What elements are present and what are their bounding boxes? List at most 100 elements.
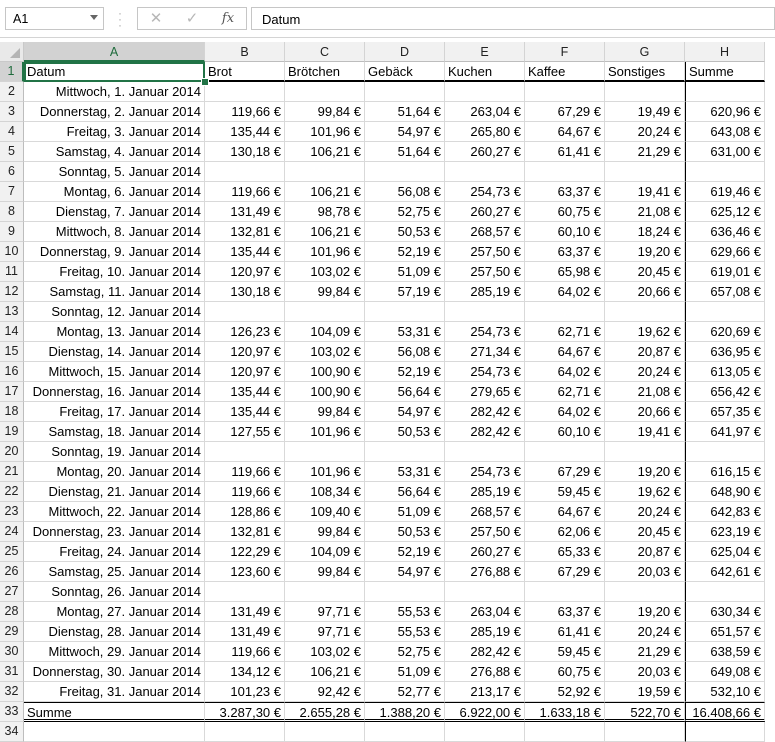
- value-cell[interactable]: 51,64 €: [365, 102, 445, 122]
- value-cell[interactable]: 101,96 €: [285, 122, 365, 142]
- date-cell[interactable]: Donnerstag, 2. Januar 2014: [24, 102, 205, 122]
- value-cell[interactable]: 56,08 €: [365, 342, 445, 362]
- header-cell[interactable]: Brötchen: [285, 62, 365, 82]
- summary-cell[interactable]: Summe: [24, 702, 205, 722]
- value-cell[interactable]: 257,50 €: [445, 262, 525, 282]
- value-cell[interactable]: 52,19 €: [365, 242, 445, 262]
- value-cell[interactable]: 20,45 €: [605, 522, 685, 542]
- value-cell[interactable]: 651,57 €: [685, 622, 765, 642]
- value-cell[interactable]: 20,66 €: [605, 282, 685, 302]
- row-header-31[interactable]: 31: [0, 662, 24, 682]
- value-cell[interactable]: 109,40 €: [285, 502, 365, 522]
- value-cell[interactable]: 100,90 €: [285, 382, 365, 402]
- value-cell[interactable]: 649,08 €: [685, 662, 765, 682]
- date-cell[interactable]: Montag, 13. Januar 2014: [24, 322, 205, 342]
- value-cell[interactable]: [525, 162, 605, 182]
- column-header-f[interactable]: F: [525, 42, 605, 62]
- value-cell[interactable]: 52,75 €: [365, 642, 445, 662]
- value-cell[interactable]: 131,49 €: [205, 622, 285, 642]
- value-cell[interactable]: 64,02 €: [525, 362, 605, 382]
- value-cell[interactable]: 20,24 €: [605, 622, 685, 642]
- value-cell[interactable]: 260,27 €: [445, 202, 525, 222]
- value-cell[interactable]: 134,12 €: [205, 662, 285, 682]
- value-cell[interactable]: 135,44 €: [205, 122, 285, 142]
- row-header-10[interactable]: 10: [0, 242, 24, 262]
- date-cell[interactable]: Mittwoch, 29. Januar 2014: [24, 642, 205, 662]
- value-cell[interactable]: 64,67 €: [525, 122, 605, 142]
- value-cell[interactable]: 613,05 €: [685, 362, 765, 382]
- value-cell[interactable]: 119,66 €: [205, 182, 285, 202]
- value-cell[interactable]: 131,49 €: [205, 602, 285, 622]
- value-cell[interactable]: 616,15 €: [685, 462, 765, 482]
- value-cell[interactable]: 56,64 €: [365, 382, 445, 402]
- header-cell[interactable]: Gebäck: [365, 62, 445, 82]
- value-cell[interactable]: 119,66 €: [205, 482, 285, 502]
- row-header-9[interactable]: 9: [0, 222, 24, 242]
- value-cell[interactable]: 50,53 €: [365, 222, 445, 242]
- value-cell[interactable]: [685, 442, 765, 462]
- value-cell[interactable]: 65,98 €: [525, 262, 605, 282]
- date-cell[interactable]: Donnerstag, 30. Januar 2014: [24, 662, 205, 682]
- value-cell[interactable]: 135,44 €: [205, 402, 285, 422]
- value-cell[interactable]: 106,21 €: [285, 662, 365, 682]
- row-header-32[interactable]: 32: [0, 682, 24, 702]
- value-cell[interactable]: 21,08 €: [605, 202, 685, 222]
- value-cell[interactable]: [365, 302, 445, 322]
- value-cell[interactable]: [525, 82, 605, 102]
- value-cell[interactable]: [365, 82, 445, 102]
- value-cell[interactable]: 279,65 €: [445, 382, 525, 402]
- column-header-b[interactable]: B: [205, 42, 285, 62]
- formula-input[interactable]: Datum: [251, 7, 775, 30]
- value-cell[interactable]: 260,27 €: [445, 542, 525, 562]
- row-header-13[interactable]: 13: [0, 302, 24, 322]
- value-cell[interactable]: 67,29 €: [525, 462, 605, 482]
- date-cell[interactable]: Freitag, 10. Januar 2014: [24, 262, 205, 282]
- value-cell[interactable]: 63,37 €: [525, 602, 605, 622]
- fill-handle[interactable]: [201, 78, 209, 86]
- row-header-8[interactable]: 8: [0, 202, 24, 222]
- enter-check-icon[interactable]: ✓: [182, 10, 202, 28]
- value-cell[interactable]: 64,02 €: [525, 282, 605, 302]
- value-cell[interactable]: [605, 582, 685, 602]
- empty-cell[interactable]: [525, 722, 605, 742]
- value-cell[interactable]: 99,84 €: [285, 522, 365, 542]
- value-cell[interactable]: 97,71 €: [285, 622, 365, 642]
- value-cell[interactable]: 19,49 €: [605, 102, 685, 122]
- value-cell[interactable]: 120,97 €: [205, 342, 285, 362]
- value-cell[interactable]: 20,87 €: [605, 542, 685, 562]
- date-cell[interactable]: Dienstag, 14. Januar 2014: [24, 342, 205, 362]
- date-cell[interactable]: Donnerstag, 23. Januar 2014: [24, 522, 205, 542]
- value-cell[interactable]: 265,80 €: [445, 122, 525, 142]
- value-cell[interactable]: [525, 582, 605, 602]
- value-cell[interactable]: 532,10 €: [685, 682, 765, 702]
- value-cell[interactable]: 19,20 €: [605, 242, 685, 262]
- value-cell[interactable]: 130,18 €: [205, 282, 285, 302]
- empty-cell[interactable]: [685, 722, 765, 742]
- value-cell[interactable]: 625,12 €: [685, 202, 765, 222]
- value-cell[interactable]: 271,34 €: [445, 342, 525, 362]
- value-cell[interactable]: 642,83 €: [685, 502, 765, 522]
- value-cell[interactable]: 67,29 €: [525, 102, 605, 122]
- row-header-23[interactable]: 23: [0, 502, 24, 522]
- value-cell[interactable]: 120,97 €: [205, 362, 285, 382]
- value-cell[interactable]: 53,31 €: [365, 462, 445, 482]
- value-cell[interactable]: 656,42 €: [685, 382, 765, 402]
- insert-function-icon[interactable]: fx: [218, 10, 238, 28]
- value-cell[interactable]: 20,03 €: [605, 562, 685, 582]
- value-cell[interactable]: 101,96 €: [285, 242, 365, 262]
- value-cell[interactable]: [365, 442, 445, 462]
- row-header-16[interactable]: 16: [0, 362, 24, 382]
- value-cell[interactable]: 59,45 €: [525, 482, 605, 502]
- value-cell[interactable]: 213,17 €: [445, 682, 525, 702]
- row-header-33[interactable]: 33: [0, 702, 24, 722]
- date-cell[interactable]: Samstag, 11. Januar 2014: [24, 282, 205, 302]
- value-cell[interactable]: [685, 302, 765, 322]
- row-header-21[interactable]: 21: [0, 462, 24, 482]
- row-header-25[interactable]: 25: [0, 542, 24, 562]
- value-cell[interactable]: 60,10 €: [525, 422, 605, 442]
- value-cell[interactable]: 285,19 €: [445, 622, 525, 642]
- value-cell[interactable]: 106,21 €: [285, 182, 365, 202]
- row-header-18[interactable]: 18: [0, 402, 24, 422]
- row-header-29[interactable]: 29: [0, 622, 24, 642]
- row-header-5[interactable]: 5: [0, 142, 24, 162]
